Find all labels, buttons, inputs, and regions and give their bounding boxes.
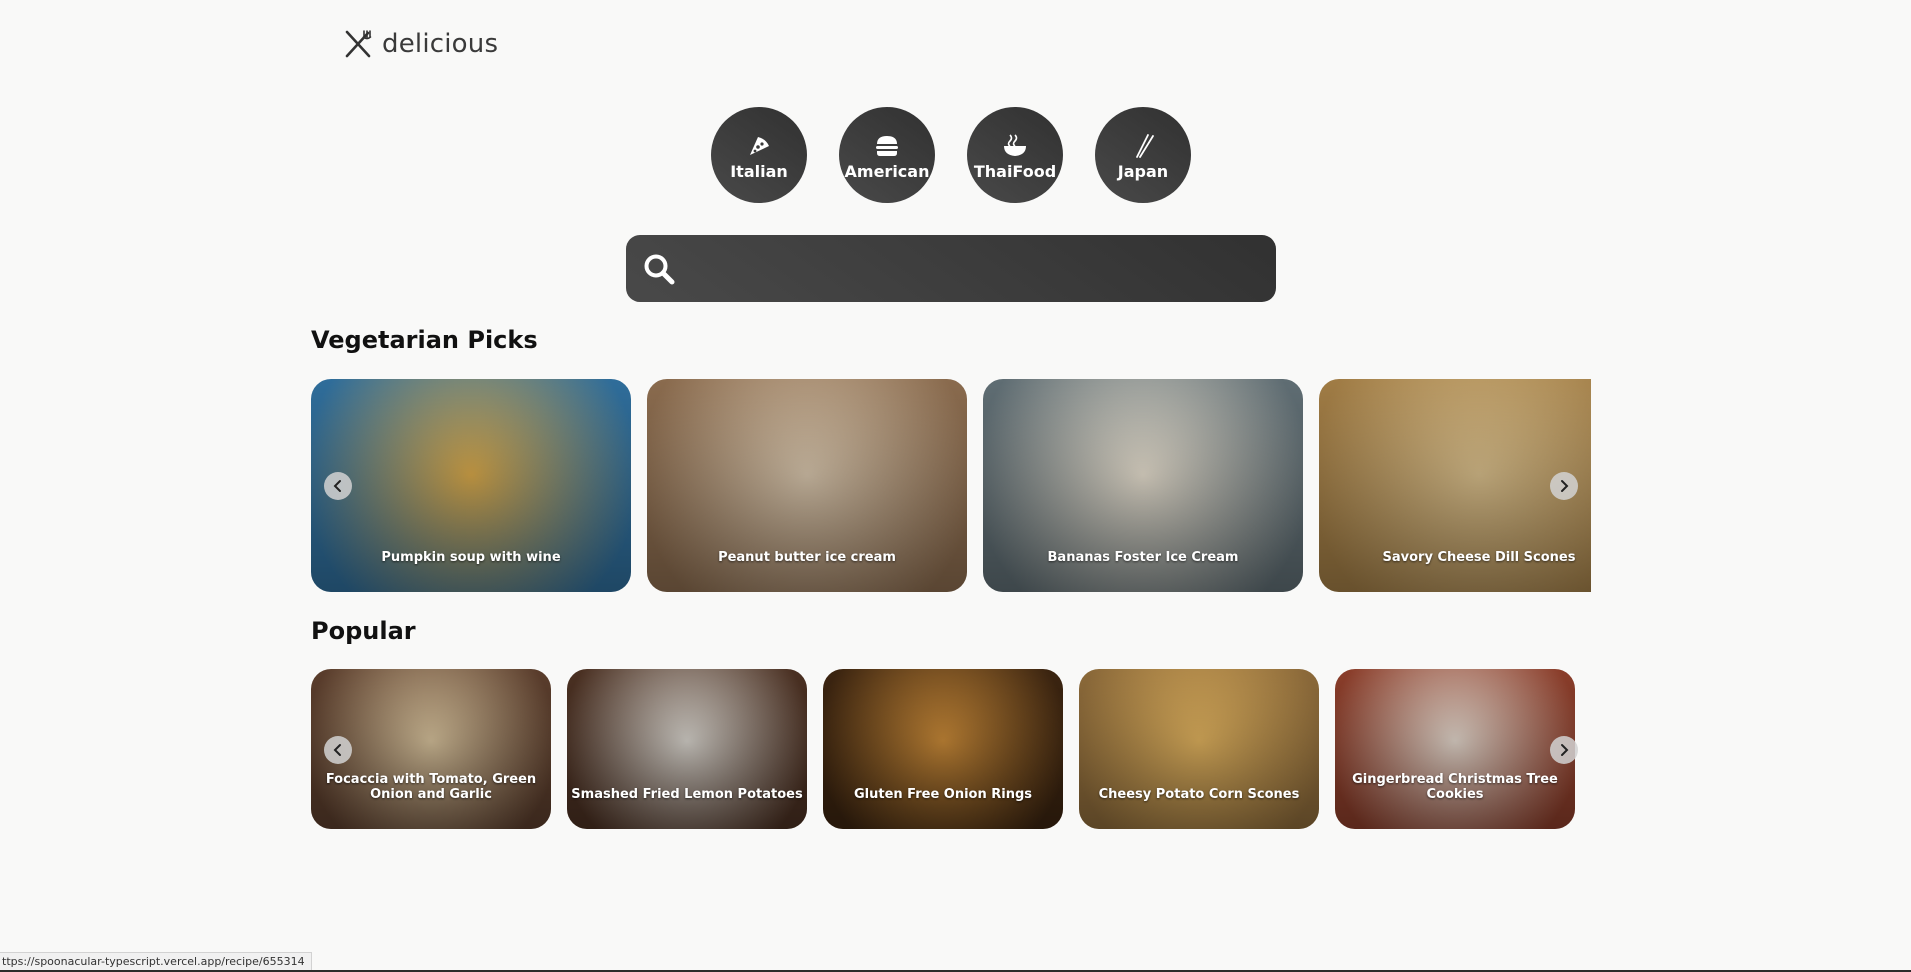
cuisine-label: Italian — [730, 162, 788, 181]
search-form — [626, 235, 1276, 302]
recipe-title: Peanut butter ice cream — [718, 550, 896, 565]
popular-next-arrow[interactable] — [1550, 736, 1578, 764]
recipe-title: Focaccia with Tomato, Green Onion and Ga… — [325, 772, 537, 802]
popular-prev-arrow[interactable] — [324, 736, 352, 764]
recipe-image-overlay — [1079, 669, 1319, 829]
popular-section-title: Popular — [311, 617, 416, 645]
cuisine-italian[interactable]: Italian — [711, 107, 807, 203]
cuisine-label: ThaiFood — [973, 162, 1057, 181]
vegetarian-prev-arrow[interactable] — [324, 472, 352, 500]
recipe-card[interactable]: Cheesy Potato Corn Scones — [1079, 669, 1319, 829]
chopsticks-icon — [1136, 134, 1154, 158]
recipe-image-overlay — [567, 669, 807, 829]
cuisine-japan[interactable]: Japan — [1095, 107, 1191, 203]
cuisine-label: Japan — [1117, 162, 1169, 181]
noodle-bowl-icon — [1004, 134, 1026, 156]
chevron-right-icon — [1561, 480, 1569, 492]
recipe-title: Bananas Foster Ice Cream — [1047, 550, 1239, 565]
recipe-card[interactable]: Gingerbread Christmas Tree Cookies — [1335, 669, 1575, 829]
burger-icon — [876, 136, 898, 156]
cuisine-label: American — [844, 162, 930, 181]
recipe-card[interactable]: Peanut butter ice cream — [647, 379, 967, 592]
logo-text: delicious — [382, 29, 499, 59]
recipe-card[interactable]: Pumpkin soup with wine — [311, 379, 631, 592]
cuisine-thaifood[interactable]: ThaiFood — [967, 107, 1063, 203]
vegetarian-next-arrow[interactable] — [1550, 472, 1578, 500]
page: delicious Italian American ThaiFood Japa… — [0, 0, 1911, 972]
recipe-card[interactable]: Smashed Fried Lemon Potatoes — [567, 669, 807, 829]
cuisine-nav: Italian American ThaiFood Japan — [711, 107, 1191, 203]
vegetarian-carousel: Pumpkin soup with wine Peanut butter ice … — [311, 379, 1591, 593]
vegetarian-section-title: Vegetarian Picks — [311, 326, 538, 354]
chevron-left-icon — [333, 480, 341, 492]
chevron-left-icon — [333, 744, 341, 756]
recipe-title: Savory Cheese Dill Scones — [1382, 550, 1576, 565]
popular-carousel: Focaccia with Tomato, Green Onion and Ga… — [311, 669, 1591, 830]
recipe-card[interactable]: Bananas Foster Ice Cream — [983, 379, 1303, 592]
recipe-title: Gluten Free Onion Rings — [853, 787, 1033, 802]
browser-status-url: ttps://spoonacular-typescript.vercel.app… — [0, 952, 312, 970]
search-input[interactable] — [676, 235, 1276, 302]
fork-knife-icon — [345, 30, 372, 58]
recipe-image-overlay — [1335, 669, 1575, 829]
logo-link[interactable]: delicious — [342, 28, 498, 60]
recipe-title: Smashed Fried Lemon Potatoes — [571, 787, 803, 802]
recipe-image-overlay — [823, 669, 1063, 829]
recipe-card[interactable]: Gluten Free Onion Rings — [823, 669, 1063, 829]
cuisine-american[interactable]: American — [839, 107, 935, 203]
vegetarian-track: Pumpkin soup with wine Peanut butter ice … — [311, 379, 1591, 592]
recipe-title: Cheesy Potato Corn Scones — [1098, 787, 1300, 802]
search-icon[interactable] — [642, 252, 676, 286]
pizza-icon — [750, 137, 769, 155]
recipe-title: Gingerbread Christmas Tree Cookies — [1352, 772, 1558, 802]
popular-track: Focaccia with Tomato, Green Onion and Ga… — [311, 669, 1591, 829]
chevron-right-icon — [1561, 744, 1569, 756]
recipe-title: Pumpkin soup with wine — [381, 550, 561, 565]
